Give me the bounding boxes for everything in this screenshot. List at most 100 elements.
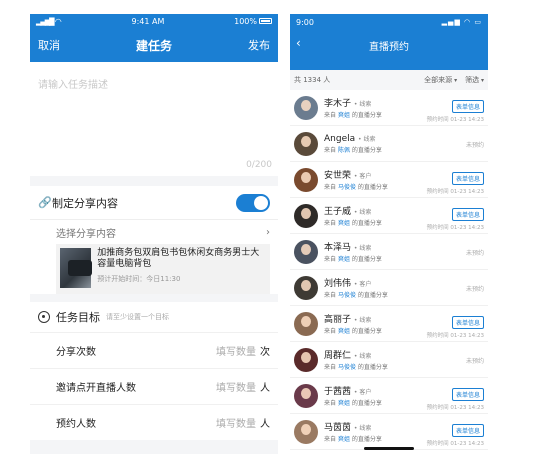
form-info-button[interactable]: 表单信息: [451, 424, 484, 437]
person-tag: • 线索: [353, 209, 372, 216]
pick-share-content[interactable]: 选择分享内容 ›: [30, 220, 278, 244]
goal-unit: 次: [260, 347, 270, 358]
total-count: 共 1334 人: [294, 76, 331, 84]
list-item[interactable]: 马茵茵 • 线索 来自 爽姐 的直播分享 表单信息 预约时间 01-23 14:23: [290, 414, 488, 450]
nav-bar: 取消 建任务 发布: [30, 28, 278, 62]
battery-percent: 100%: [234, 16, 257, 26]
sharer-name: 马俊俊: [337, 184, 356, 191]
list-item[interactable]: 本泽马 • 线索 来自 爽姐 的直播分享 未预约: [290, 234, 488, 270]
form-info-button[interactable]: 表单信息: [451, 100, 484, 113]
status-bar: ▂▄▆█ ◠ 9:41 AM 100%: [30, 14, 278, 28]
source-dropdown[interactable]: 全部来源: [424, 75, 457, 85]
booking-time: 预约时间 01-23 14:23: [426, 189, 484, 195]
person-tag: • 客户: [353, 173, 372, 180]
form-info-button[interactable]: 表单信息: [451, 316, 484, 329]
booking-time: 预约时间 01-23 14:23: [426, 225, 484, 231]
share-toggle[interactable]: [236, 193, 270, 212]
status-time: 9:00: [296, 17, 314, 27]
list-item[interactable]: 安世荣 • 客户 来自 马俊俊 的直播分享 表单信息 预约时间 01-23 14:23: [290, 162, 488, 198]
card-title: 加推商务包双肩包书包休闲女商务男士大容量电脑背包: [97, 248, 260, 269]
booking-status: 未预约: [465, 286, 484, 293]
goal-input[interactable]: 填写数量: [216, 415, 256, 430]
signal-icon: ▂▄▆█: [36, 17, 55, 26]
list-item[interactable]: Angela • 线索 来自 陈佩 的直播分享 未预约: [290, 126, 488, 162]
person-tag: • 线索: [353, 425, 372, 432]
avatar: [294, 239, 318, 264]
battery-icon: [258, 18, 272, 24]
goal-label: 任务目标: [56, 311, 100, 324]
list-item[interactable]: 王子威 • 线索 来自 爽姐 的直播分享 表单信息 预约时间 01-23 14:23: [290, 198, 488, 234]
avatar: [294, 311, 318, 336]
back-icon[interactable]: ‹: [296, 36, 301, 50]
publish-button[interactable]: 发布: [248, 37, 270, 53]
goal-unit: 人: [260, 419, 270, 430]
home-indicator: [364, 447, 414, 450]
nav-bar: ‹ 直播预约: [290, 30, 488, 60]
person-name: 王子威: [324, 207, 352, 217]
person-tag: • 线索: [353, 101, 372, 108]
status-time: 9:41 AM: [131, 16, 165, 26]
pick-share-label: 选择分享内容: [56, 228, 116, 240]
form-info-button[interactable]: 表单信息: [451, 388, 484, 401]
person-source: 来自 陈佩 的直播分享: [324, 146, 382, 154]
booking-status: 未预约: [465, 142, 484, 149]
sharer-name: 陈佩: [337, 146, 350, 154]
create-task-screen: ▂▄▆█ ◠ 9:41 AM 100% 取消 建任务 发布 请输入任务描述 0/…: [30, 14, 278, 454]
cancel-button[interactable]: 取消: [38, 37, 60, 53]
list-item[interactable]: 李木子 • 线索 来自 爽姐 的直播分享 表单信息 预约时间 01-23 14:23: [290, 90, 488, 126]
description-placeholder: 请输入任务描述: [38, 80, 108, 91]
task-description-input[interactable]: 请输入任务描述 0/200: [30, 62, 278, 176]
goal-name: 邀请点开直播人数: [56, 383, 136, 394]
goal-row-invites[interactable]: 邀请点开直播人数 填写数量 人: [30, 368, 278, 404]
goal-section: 任务目标 请至少设置一个目标 分享次数 填写数量 次 邀请点开直播人数 填写数量…: [30, 302, 278, 440]
product-thumbnail: [60, 248, 93, 288]
character-counter: 0/200: [246, 160, 272, 170]
sharer-name: 爽姐: [337, 256, 350, 263]
people-list: 李木子 • 线索 来自 爽姐 的直播分享 表单信息 预约时间 01-23 14:23 A…: [290, 90, 488, 450]
goal-input[interactable]: 填写数量: [216, 379, 256, 394]
header: 9:00 ▂▄▆ ◠ ▭ ‹ 直播预约: [290, 14, 488, 70]
avatar: [294, 419, 318, 444]
live-booking-screen: 9:00 ▂▄▆ ◠ ▭ ‹ 直播预约 共 1334 人 全部来源 筛选 李木子…: [290, 14, 488, 454]
goal-name: 分享次数: [56, 347, 96, 358]
status-bar: 9:00 ▂▄▆ ◠ ▭: [290, 14, 488, 30]
booking-time: 预约时间 01-23 14:23: [426, 333, 484, 339]
person-name: 安世荣: [324, 171, 352, 181]
sharer-name: 马俊俊: [337, 292, 356, 299]
avatar: [294, 275, 318, 300]
share-content-card[interactable]: 加推商务包双肩包书包休闲女商务男士大容量电脑背包 预计开始时间：今日11:30: [56, 244, 270, 294]
target-icon: [38, 311, 50, 323]
share-label: 制定分享内容: [52, 196, 118, 210]
wifi-icon: ◠: [54, 16, 62, 26]
goal-input[interactable]: 填写数量: [216, 343, 256, 358]
page-title: 建任务: [135, 38, 172, 53]
avatar: [294, 347, 318, 372]
form-info-button[interactable]: 表单信息: [451, 172, 484, 185]
status-icons: ▂▄▆ ◠ ▭: [441, 18, 482, 26]
avatar: [294, 131, 318, 156]
filter-dropdown[interactable]: 筛选: [465, 75, 484, 85]
goal-row-bookings[interactable]: 预约人数 填写数量 人: [30, 404, 278, 440]
person-tag: • 线索: [358, 135, 376, 143]
goal-row-shares[interactable]: 分享次数 填写数量 次: [30, 332, 278, 368]
person-source: 来自 马俊俊 的直播分享: [324, 364, 388, 371]
person-tag: • 客户: [353, 389, 372, 396]
list-item[interactable]: 高丽子 • 线索 来自 爽姐 的直播分享 表单信息 预约时间 01-23 14:23: [290, 306, 488, 342]
goal-header: 任务目标 请至少设置一个目标: [30, 302, 278, 332]
person-name: 马茵茵: [324, 423, 352, 433]
booking-status: 未预约: [465, 358, 484, 365]
avatar: [294, 203, 318, 228]
list-item[interactable]: 于茜茜 • 客户 来自 爽姐 的直播分享 表单信息 预约时间 01-23 14:23: [290, 378, 488, 414]
sharer-name: 爽姐: [337, 220, 350, 227]
person-name: 高丽子: [324, 315, 352, 325]
booking-time: 预约时间 01-23 14:23: [426, 441, 484, 447]
form-info-button[interactable]: 表单信息: [451, 208, 484, 221]
filter-bar: 共 1334 人 全部来源 筛选: [290, 70, 488, 90]
list-item[interactable]: 刘伟伟 • 客户 来自 马俊俊 的直播分享 未预约: [290, 270, 488, 306]
person-name: 于茜茜: [324, 387, 352, 397]
list-item[interactable]: 周群仁 • 线索 来自 马俊俊 的直播分享 未预约: [290, 342, 488, 378]
person-name: 周群仁: [324, 351, 352, 361]
booking-time: 预约时间 01-23 14:23: [426, 405, 484, 411]
person-tag: • 客户: [353, 281, 372, 288]
avatar: [294, 95, 318, 120]
